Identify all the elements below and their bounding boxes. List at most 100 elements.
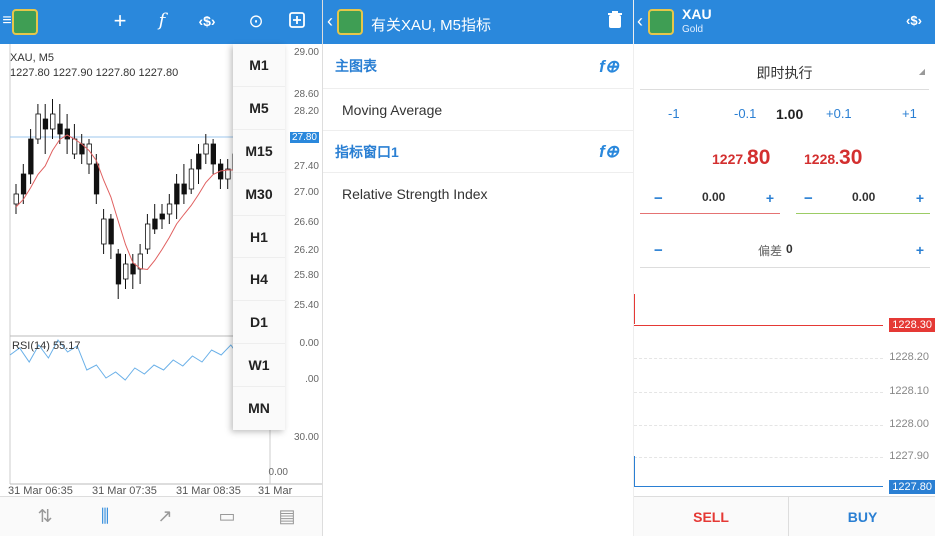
chart-toolbar: ≡ + f ‹$› ⊙ <box>0 0 322 44</box>
deviation-minus-button[interactable]: − <box>654 242 663 259</box>
sell-button[interactable]: SELL <box>634 497 789 536</box>
order-symbol: XAU <box>682 6 712 22</box>
section-main-chart: 主图表 f⊕ <box>323 44 633 89</box>
timeframe-h4[interactable]: H4 <box>233 258 285 302</box>
app-logo-icon[interactable] <box>12 9 38 35</box>
volume-plus01-button[interactable]: +0.1 <box>826 106 852 121</box>
timeframe-w1[interactable]: W1 <box>233 344 285 388</box>
trade-history-icon[interactable]: ↗ <box>150 506 180 527</box>
timeframe-m5[interactable]: M5 <box>233 87 285 130</box>
take-profit-plus-button[interactable]: + <box>916 190 924 206</box>
timeframe-m30[interactable]: M30 <box>233 173 285 216</box>
candle <box>130 263 136 275</box>
section-label: 指标窗口1 <box>335 144 399 160</box>
back-icon[interactable]: ‹ <box>323 11 337 31</box>
deviation-value[interactable]: 0 <box>786 242 793 256</box>
take-profit-field[interactable]: − 0.00 + <box>796 190 930 214</box>
price-tick-7: 26.60 <box>293 217 319 228</box>
stop-loss-value[interactable]: 0.00 <box>702 190 725 204</box>
indicator-item[interactable]: Relative Strength Index <box>323 173 633 215</box>
deviation-label: 偏差 <box>758 244 783 258</box>
price-tick-1: 29.00 <box>293 47 319 58</box>
delete-icon[interactable] <box>603 11 627 33</box>
take-profit-value[interactable]: 0.00 <box>852 190 875 204</box>
bottom-nav: ⇅ ⫼ ↗ ▭ ▤ <box>0 496 322 536</box>
candle <box>20 173 27 195</box>
current-price-tag: 27.80 <box>289 132 319 143</box>
take-profit-minus-button[interactable]: − <box>804 190 813 207</box>
timeframe-menu: M1 M5 M15 M30 H1 H4 D1 W1 MN <box>233 44 285 430</box>
grid-line <box>634 392 883 393</box>
section-label: 主图表 <box>335 58 377 74</box>
trade-icon[interactable]: ‹$› <box>902 11 926 31</box>
stop-loss-minus-button[interactable]: − <box>654 190 663 207</box>
execution-type-select[interactable]: 即时执行 ◢ <box>640 56 929 90</box>
indicator-item[interactable]: Moving Average <box>323 89 633 131</box>
stop-loss-plus-button[interactable]: + <box>766 190 774 206</box>
deviation-plus-button[interactable]: + <box>916 242 924 258</box>
deviation-field[interactable]: − 偏差 0 + <box>640 242 930 268</box>
timeframe-m1[interactable]: M1 <box>233 44 285 87</box>
candle <box>196 153 202 170</box>
rsi-tick-mid: .00 <box>305 374 319 385</box>
function-icon[interactable]: f <box>150 11 174 31</box>
bid-tick-label: 1227.80 <box>889 480 935 494</box>
crosshair-icon[interactable]: + <box>108 10 132 32</box>
candle <box>144 223 151 250</box>
candle <box>137 253 144 270</box>
news-icon[interactable]: ▤ <box>272 506 302 527</box>
indicator-label: Relative Strength Index <box>342 186 488 202</box>
stop-loss-field[interactable]: − 0.00 + <box>640 190 780 214</box>
volume-value[interactable]: 1.00 <box>776 106 803 122</box>
timeframe-h1[interactable]: H1 <box>233 216 285 259</box>
page-title: 有关XAU, M5指标 <box>371 17 492 34</box>
timeframe-m15[interactable]: M15 <box>233 130 285 173</box>
inbox-icon[interactable]: ▭ <box>212 506 242 527</box>
candle <box>93 163 100 195</box>
add-chart-icon[interactable] <box>285 11 309 33</box>
candle <box>50 113 56 130</box>
add-indicator-icon[interactable]: f⊕ <box>599 131 619 173</box>
app-logo-icon <box>337 9 363 35</box>
timeframe-mn[interactable]: MN <box>233 387 285 430</box>
candle <box>35 113 41 140</box>
app-logo-icon <box>648 9 674 35</box>
candle <box>64 128 70 140</box>
ask-price-prefix: 1228. <box>804 151 840 167</box>
grid-line <box>634 358 883 359</box>
price-tick-5: 27.40 <box>293 161 319 172</box>
add-indicator-icon[interactable]: f⊕ <box>599 44 619 89</box>
candle <box>28 138 34 175</box>
bid-price: 1227.80 <box>712 146 770 170</box>
chart-icon[interactable]: ⫼ <box>90 506 120 527</box>
indicators-header: ‹ 有关XAU, M5指标 <box>323 0 633 44</box>
candle <box>174 183 180 205</box>
candle <box>123 263 129 280</box>
price-tick-10: 25.40 <box>293 300 319 311</box>
grid-line <box>634 457 883 458</box>
buy-button[interactable]: BUY <box>790 497 935 536</box>
back-icon[interactable]: ‹ <box>634 11 646 31</box>
rsi-tick-top: 0.00 <box>299 338 319 349</box>
quotes-icon[interactable]: ⇅ <box>30 506 60 527</box>
candle <box>57 123 63 135</box>
timeframe-d1[interactable]: D1 <box>233 301 285 345</box>
candle <box>72 138 78 155</box>
chart-panel: ≡ + f ‹$› ⊙ XAU, M5 1227.80 1227.90 1227… <box>0 0 323 536</box>
candle <box>181 183 187 195</box>
ask-price: 1228.30 <box>804 146 862 170</box>
ask-price-big: 30 <box>839 146 863 169</box>
tick-price-label: 1228.20 <box>887 351 931 363</box>
bid-tick-line <box>634 486 883 487</box>
volume-minus01-button[interactable]: -0.1 <box>734 106 756 121</box>
bid-tick-line-left <box>634 456 635 486</box>
indicators-panel: ‹ 有关XAU, M5指标 主图表 f⊕ Moving Average 指标窗口… <box>323 0 634 536</box>
trade-icon[interactable]: ‹$› <box>195 11 219 31</box>
volume-minus1-button[interactable]: -1 <box>668 106 680 121</box>
tick-chart: 1228.30 1228.20 1228.10 1228.00 1227.90 … <box>634 292 935 496</box>
clock-icon[interactable]: ⊙ <box>244 11 268 31</box>
dropdown-icon: ◢ <box>918 67 925 76</box>
volume-plus1-button[interactable]: +1 <box>902 106 917 121</box>
candle <box>152 218 158 230</box>
candle <box>108 218 114 245</box>
